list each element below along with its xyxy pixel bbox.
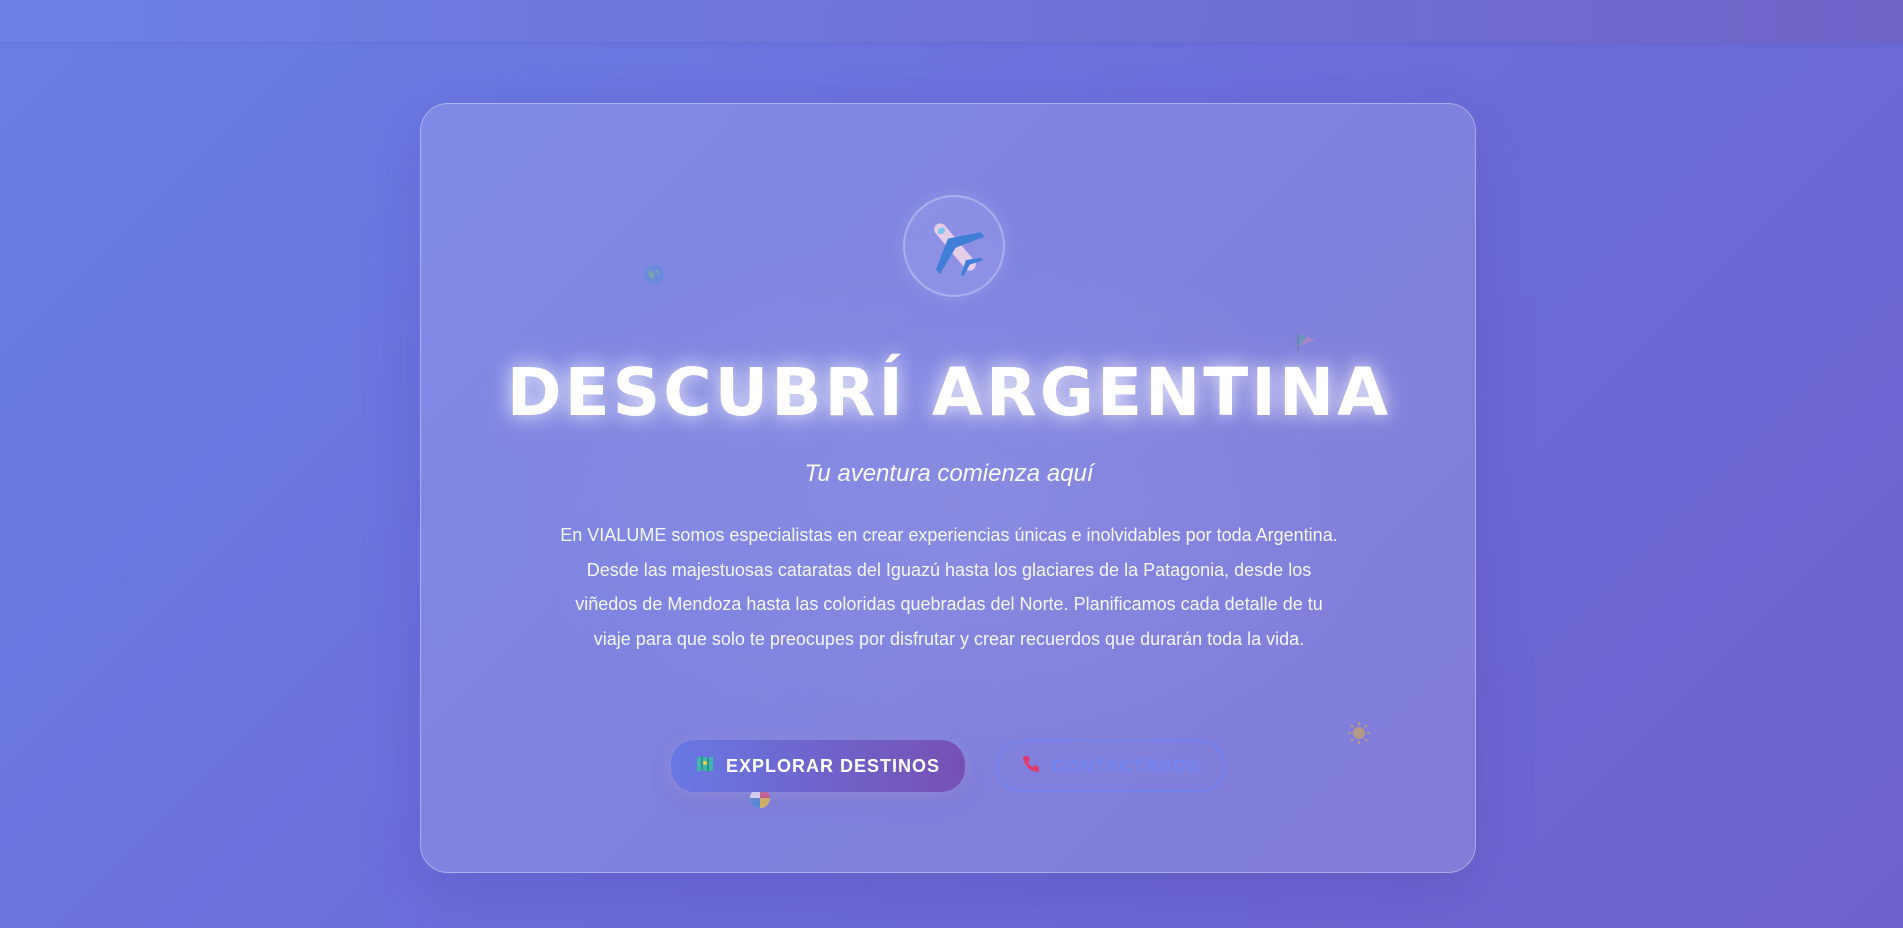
explore-destinations-button[interactable]: EXPLORAR DESTINOS (671, 740, 965, 792)
contact-label: CONTACTANOS (1051, 755, 1201, 776)
airplane-icon (934, 223, 985, 277)
contact-button[interactable]: CONTACTANOS (997, 740, 1225, 792)
hero-description: En VIALUME somos especialistas en crear … (560, 525, 1338, 649)
hero-card: DESCUBRÍ ARGENTINA Tu aventura comienza … (420, 103, 1476, 873)
hero-subtitle: Tu aventura comienza aquí (804, 460, 1094, 487)
hero-icon-badge (903, 195, 1005, 297)
page-root: { "hero": { "title": "DESCUBRÍ ARGENTINA… (0, 0, 1903, 928)
globe-icon (643, 264, 665, 291)
explore-destinations-label: EXPLORAR DESTINOS (725, 755, 941, 776)
top-navbar (0, 0, 1903, 42)
hero-title: DESCUBRÍ ARGENTINA (506, 354, 1392, 431)
phone-icon (1022, 755, 1040, 778)
card-glow (501, 224, 1401, 784)
map-icon (696, 755, 714, 777)
sun-icon (1347, 721, 1371, 750)
